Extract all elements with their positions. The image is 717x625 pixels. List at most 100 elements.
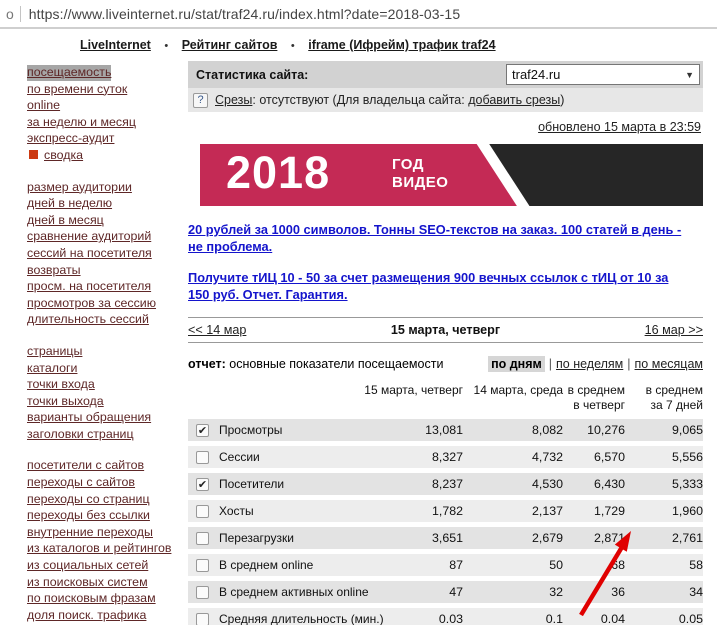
row-label: Средняя длительность (мин.): [219, 612, 384, 625]
nav-link-liveinternet[interactable]: LiveInternet: [80, 38, 151, 52]
row-value: 1,729: [563, 504, 625, 518]
ad-link-1[interactable]: Получите тИЦ 10 - 50 за счет размещения …: [188, 270, 668, 302]
sidebar-item-5[interactable]: возвраты: [27, 263, 81, 279]
stats-table: 15 марта, четверг14 марта, средав средне…: [188, 379, 703, 625]
view-link-0[interactable]: по неделям: [556, 357, 623, 371]
sidebar-row: по поисковым фразам: [27, 590, 188, 607]
site-select-value: traf24.ru: [512, 67, 560, 82]
sidebar-item-4[interactable]: внутренние переходы: [27, 525, 153, 541]
checkbox-unchecked[interactable]: [196, 451, 209, 464]
table-row: ✔Посетители8,2374,5306,4305,333: [188, 473, 703, 495]
add-slices-link[interactable]: добавить срезы: [468, 93, 560, 107]
text-ads: 20 рублей за 1000 символов. Тонны SEO-те…: [188, 221, 691, 303]
sidebar-item-2[interactable]: переходы со страниц: [27, 492, 150, 508]
sidebar-item-5[interactable]: заголовки страниц: [27, 427, 134, 443]
sidebar-item-6[interactable]: из социальных сетей: [27, 558, 148, 574]
sidebar-item-1[interactable]: переходы с сайтов: [27, 475, 135, 491]
next-day-link[interactable]: 16 мар >>: [645, 323, 703, 337]
sidebar-item-0[interactable]: посетители с сайтов: [27, 458, 144, 474]
sidebar-item-0[interactable]: размер аудитории: [27, 180, 132, 196]
checkbox-unchecked[interactable]: [196, 613, 209, 625]
table-row: Хосты1,7822,1371,7291,960: [188, 500, 703, 522]
current-date-label: 15 марта, четверг: [308, 323, 583, 337]
sidebar-row: дней в месяц: [27, 212, 188, 229]
sidebar-row: точки выхода: [27, 393, 188, 410]
checkbox-unchecked[interactable]: [196, 559, 209, 572]
sidebar-item-2[interactable]: дней в месяц: [27, 213, 104, 229]
checkbox-unchecked[interactable]: [196, 505, 209, 518]
page-url[interactable]: https://www.liveinternet.ru/stat/traf24.…: [29, 6, 460, 22]
sidebar-item-3[interactable]: за неделю и месяц: [27, 115, 136, 131]
sidebar-row: посещаемость: [27, 64, 188, 81]
ad-banner-2018[interactable]: 2018 ГОД ВИДЕО: [200, 144, 703, 206]
sidebar-item-4[interactable]: варианты обращения: [27, 410, 151, 426]
nav-dot: •: [291, 40, 295, 52]
sidebar-item-8[interactable]: по поисковым фразам: [27, 591, 156, 607]
sidebar-group: страницыкаталогиточки входаточки выходав…: [27, 343, 188, 443]
sidebar-item-1[interactable]: дней в неделю: [27, 196, 112, 212]
svodka-square-icon: [29, 150, 38, 159]
sidebar-item-4[interactable]: сессий на посетителя: [27, 246, 152, 262]
checkbox-unchecked[interactable]: [196, 586, 209, 599]
date-navigation: << 14 мар 15 марта, четверг 16 мар >>: [188, 317, 703, 343]
updated-link[interactable]: обновлено 15 марта в 23:59: [538, 120, 701, 134]
row-value: 2,871: [563, 531, 625, 545]
browser-url-bar[interactable]: o https://www.liveinternet.ru/stat/traf2…: [0, 0, 717, 29]
report-title: отчет: основные показатели посещаемости: [188, 357, 443, 371]
url-separator: [20, 6, 21, 22]
view-separator: |: [549, 357, 552, 371]
sidebar-item-1[interactable]: по времени суток: [27, 82, 127, 98]
ad-link-0[interactable]: 20 рублей за 1000 символов. Тонны SEO-те…: [188, 222, 681, 254]
sidebar-item-4[interactable]: экспресс-аудит: [27, 131, 114, 147]
table-header-row: 15 марта, четверг14 марта, средав средне…: [188, 379, 703, 419]
sidebar-nav: посещаемостьпо времени сутокonlineза нед…: [0, 58, 188, 625]
table-row: В среднем активных online47323634: [188, 581, 703, 603]
sidebar-item-3[interactable]: сравнение аудиторий: [27, 229, 151, 245]
sidebar-item-8[interactable]: длительность сессий: [27, 312, 149, 328]
checkbox-unchecked[interactable]: [196, 532, 209, 545]
sidebar-item-1[interactable]: каталоги: [27, 361, 77, 377]
sidebar-item-0[interactable]: страницы: [27, 344, 82, 360]
browser-remnant: o: [6, 6, 14, 22]
checkbox-checked[interactable]: ✔: [196, 478, 209, 491]
sidebar-item-7[interactable]: из поисковых систем: [27, 575, 148, 591]
row-label: В среднем online: [219, 558, 313, 572]
row-value: 34: [625, 585, 703, 599]
table-row: Сессии8,3274,7326,5705,556: [188, 446, 703, 468]
sidebar-item-6[interactable]: просм. на посетителя: [27, 279, 151, 295]
row-value: 58: [625, 558, 703, 572]
table-column-header: в среднемв четверг: [563, 383, 625, 413]
sidebar-item-7[interactable]: просмотров за сессию: [27, 296, 156, 312]
sidebar-group: размер аудиториидней в неделюдней в меся…: [27, 179, 188, 328]
view-separator: |: [627, 357, 630, 371]
sidebar-item-9[interactable]: доля поиск. трафика: [27, 608, 146, 624]
sidebar-row: экспресс-аудит: [27, 130, 188, 147]
sidebar-row: посетители с сайтов: [27, 457, 188, 474]
sidebar-item-2[interactable]: точки входа: [27, 377, 95, 393]
site-select[interactable]: traf24.ru ▼: [506, 64, 700, 85]
checkbox-checked[interactable]: ✔: [196, 424, 209, 437]
slices-link[interactable]: Срезы: [215, 93, 252, 107]
row-value: 87: [363, 558, 463, 572]
prev-day-link[interactable]: << 14 мар: [188, 323, 246, 337]
help-icon[interactable]: ?: [193, 93, 208, 108]
nav-link-rating[interactable]: Рейтинг сайтов: [182, 38, 278, 52]
row-label-cell: Средняя длительность (мин.): [188, 612, 363, 625]
view-link-1[interactable]: по месяцам: [635, 357, 703, 371]
sidebar-item-0[interactable]: посещаемость: [27, 65, 111, 81]
sidebar-item-5[interactable]: сводка: [44, 148, 83, 164]
row-value: 8,237: [363, 477, 463, 491]
sidebar-item-3[interactable]: точки выхода: [27, 394, 104, 410]
view-by-days-selected: по дням: [488, 356, 545, 372]
sidebar-item-2[interactable]: online: [27, 98, 60, 114]
row-value: 10,276: [563, 423, 625, 437]
sidebar-item-5[interactable]: из каталогов и рейтингов: [27, 541, 171, 557]
nav-link-site[interactable]: iframe (Ифрейм) трафик traf24: [308, 38, 495, 52]
row-label: В среднем активных online: [219, 585, 369, 599]
row-label: Просмотры: [219, 423, 282, 437]
sidebar-item-3[interactable]: переходы без ссылки: [27, 508, 150, 524]
row-value: 50: [463, 558, 563, 572]
sidebar-row: online: [27, 97, 188, 114]
row-value: 0.1: [463, 612, 563, 625]
sidebar-row: сравнение аудиторий: [27, 228, 188, 245]
